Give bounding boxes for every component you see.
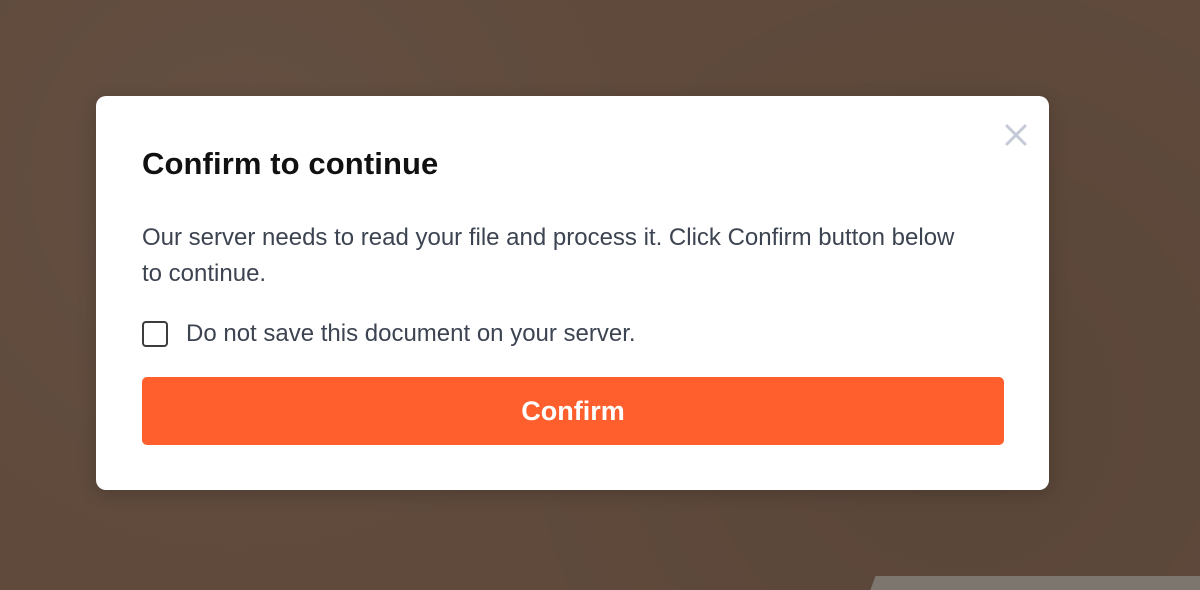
do-not-save-checkbox[interactable] xyxy=(142,321,168,347)
close-icon xyxy=(1005,124,1027,146)
background-shape xyxy=(864,576,1200,590)
dialog-message: Our server needs to read your file and p… xyxy=(142,224,955,287)
confirm-dialog: Confirm to continue Our server needs to … xyxy=(96,96,1049,490)
close-button[interactable] xyxy=(1003,122,1029,148)
do-not-save-checkbox-label[interactable]: Do not save this document on your server… xyxy=(186,320,636,348)
do-not-save-checkbox-row[interactable]: Do not save this document on your server… xyxy=(142,320,636,348)
dialog-title: Confirm to continue xyxy=(142,146,439,181)
confirm-button[interactable]: Confirm xyxy=(142,377,1004,445)
